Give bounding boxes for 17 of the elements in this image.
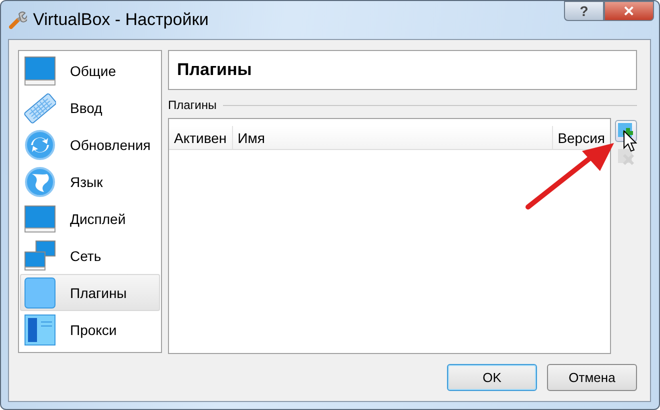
- sidebar-item[interactable]: Ввод: [20, 89, 160, 126]
- cancel-button[interactable]: Отмена: [547, 364, 637, 391]
- page-title: Плагины: [168, 50, 637, 90]
- sidebar-item[interactable]: Сеть: [20, 237, 160, 274]
- help-button[interactable]: ?: [564, 1, 604, 21]
- group-label: Плагины: [168, 98, 217, 112]
- sidebar-item[interactable]: Язык: [20, 163, 160, 200]
- sidebar-item[interactable]: Дисплей: [20, 200, 160, 237]
- window-title: VirtualBox - Настройки: [33, 10, 210, 30]
- ok-button[interactable]: OK: [447, 364, 537, 391]
- sidebar-item[interactable]: Общие: [20, 52, 160, 89]
- sidebar-item[interactable]: Обновления: [20, 126, 160, 163]
- column-header[interactable]: Активен: [169, 126, 233, 149]
- column-header[interactable]: Имя: [232, 126, 553, 149]
- column-header[interactable]: Версия: [552, 126, 610, 149]
- sidebar-item[interactable]: Прокси: [20, 311, 160, 348]
- sidebar-item[interactable]: Плагины: [20, 274, 160, 311]
